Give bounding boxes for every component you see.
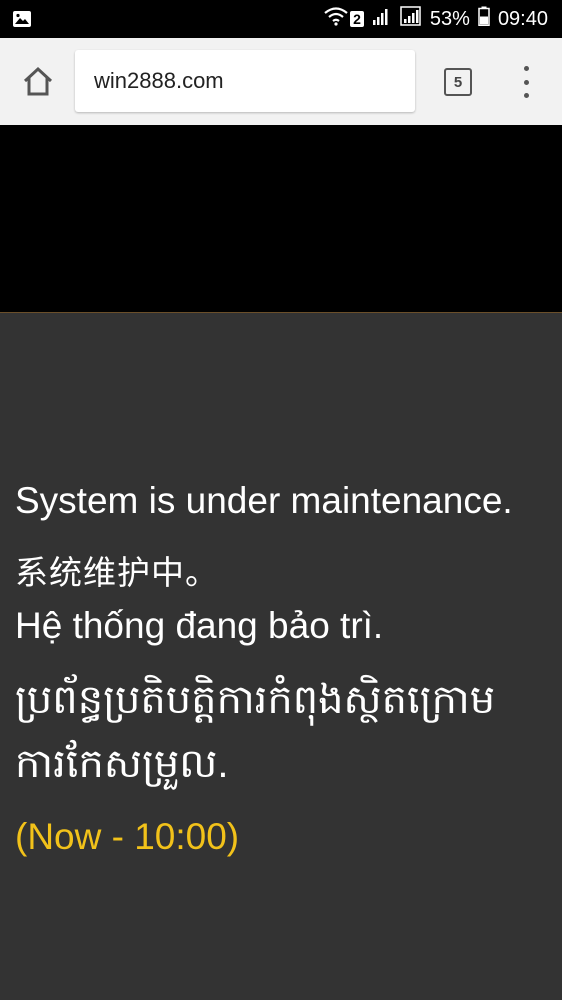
clock: 09:40	[497, 7, 548, 30]
signal-icon	[372, 6, 392, 32]
menu-dot-icon	[523, 66, 529, 71]
status-bar: 2 53% 09:40	[0, 0, 562, 38]
tab-switcher-button[interactable]: 5	[444, 68, 472, 96]
tab-count: 5	[453, 73, 463, 91]
battery-percent: 53%	[429, 7, 470, 30]
menu-dot-icon	[523, 79, 529, 85]
image-notification-icon	[12, 10, 32, 33]
url-text: win2888.com	[94, 68, 224, 93]
overflow-menu-button[interactable]	[514, 66, 538, 98]
home-icon	[23, 66, 53, 96]
wifi-badge: 2	[350, 11, 364, 27]
maintenance-message-chinese: 系统维护中。	[15, 554, 219, 591]
maintenance-message-vietnamese: Hệ thống đang bảo trì.	[15, 605, 384, 646]
browser-toolbar: win2888.com 5	[0, 38, 562, 126]
maintenance-panel: System is under maintenance. 系统维护中。 Hệ t…	[0, 313, 562, 1000]
header-banner	[0, 125, 562, 313]
signal-icon-2	[400, 6, 422, 32]
menu-dot-icon	[523, 93, 529, 98]
maintenance-message-khmer: ប្រព័ន្ធប្រតិបត្តិការកំពុងស្ថិតក្រោមការក…	[15, 678, 496, 786]
battery-icon	[478, 6, 490, 32]
maintenance-time-range: (Now - 10:00)	[15, 816, 240, 857]
maintenance-message-english: System is under maintenance.	[15, 480, 513, 521]
wifi-icon	[324, 6, 350, 32]
address-bar[interactable]: win2888.com	[75, 50, 415, 112]
home-button[interactable]	[20, 64, 56, 100]
